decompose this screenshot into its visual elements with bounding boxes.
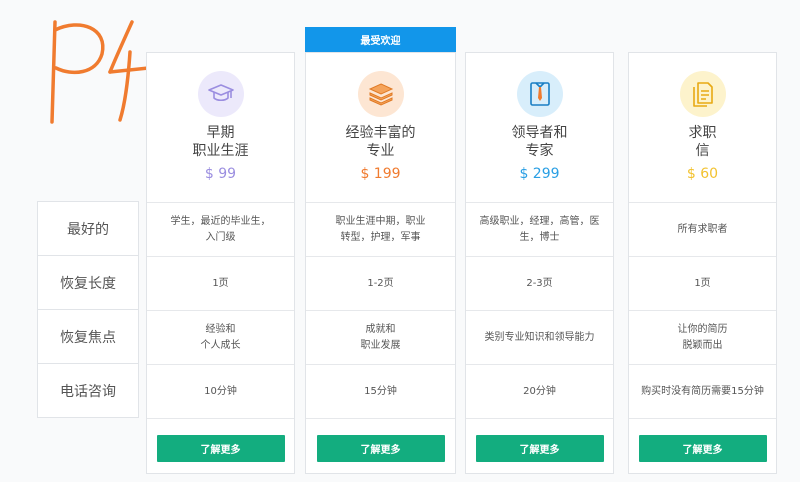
- cell-best-for: 职业生涯中期，职业 转型，护理，军事: [306, 202, 455, 256]
- cell-phone-consult: 20分钟: [466, 364, 613, 418]
- cell-resume-focus: 经验和 个人成长: [147, 310, 294, 364]
- cell-best-for: 高级职业，经理，高管，医 生，博士: [466, 202, 613, 256]
- document-icon: [679, 71, 726, 117]
- learn-more-button[interactable]: 了解更多: [638, 435, 767, 462]
- cell-phone-consult: 购买时没有简历需要15分钟: [629, 364, 776, 418]
- plan-price: $ 299: [519, 166, 560, 182]
- row-label-resume-length: 恢复长度: [38, 256, 138, 310]
- cell-resume-focus: 成就和 职业发展: [306, 310, 455, 364]
- learn-more-button[interactable]: 了解更多: [316, 435, 445, 462]
- plan-price: $ 99: [204, 166, 237, 182]
- plan-name: 早期 职业生涯: [192, 125, 249, 159]
- plan-price: $ 60: [686, 166, 719, 182]
- plan-card-early-career: 早期 职业生涯 $ 99 学生，最近的毕业生， 入门级 1页 经验和 个人成长 10…: [146, 52, 295, 474]
- row-label-resume-focus: 恢复焦点: [38, 310, 138, 364]
- most-popular-banner: 最受欢迎: [305, 27, 456, 52]
- plan-name: 领导者和 专家: [511, 125, 568, 159]
- feature-labels: 最好的 恢复长度 恢复焦点 电话咨询: [37, 201, 139, 418]
- cell-phone-consult: 15分钟: [306, 364, 455, 418]
- cell-phone-consult: 10分钟: [147, 364, 294, 418]
- cell-resume-focus: 类别专业知识和领导能力: [466, 310, 613, 364]
- plan-name: 经验丰富的 专业: [345, 125, 416, 159]
- cell-resume-length: 1页: [147, 256, 294, 310]
- plan-price: $ 199: [360, 166, 401, 182]
- graduation-cap-icon: [197, 71, 244, 117]
- cell-resume-length: 1-2页: [306, 256, 455, 310]
- stack-icon: [357, 71, 404, 117]
- cell-best-for: 学生，最近的毕业生， 入门级: [147, 202, 294, 256]
- row-label-best-for: 最好的: [38, 202, 138, 256]
- plan-name: 求职 信: [688, 125, 717, 159]
- plan-card-leaders-experts: 领导者和 专家 $ 299 高级职业，经理，高管，医 生，博士 2-3页 类别专业…: [465, 52, 614, 474]
- row-label-phone-consult: 电话咨询: [60, 383, 116, 400]
- plan-card-cover-letter: 求职 信 $ 60 所有求职者 1页 让你的简历 脱颖而出 购买时没有简历需要15…: [628, 52, 777, 474]
- learn-more-button[interactable]: 了解更多: [156, 435, 285, 462]
- learn-more-button[interactable]: 了解更多: [475, 435, 604, 462]
- shirt-tie-icon: [516, 71, 563, 117]
- plan-card-experienced-professional: 经验丰富的 专业 $ 199 职业生涯中期，职业 转型，护理，军事 1-2页 成就…: [305, 52, 456, 474]
- cell-best-for: 所有求职者: [629, 202, 776, 256]
- cell-resume-length: 2-3页: [466, 256, 613, 310]
- cell-resume-length: 1页: [629, 256, 776, 310]
- cell-resume-focus: 让你的简历 脱颖而出: [629, 310, 776, 364]
